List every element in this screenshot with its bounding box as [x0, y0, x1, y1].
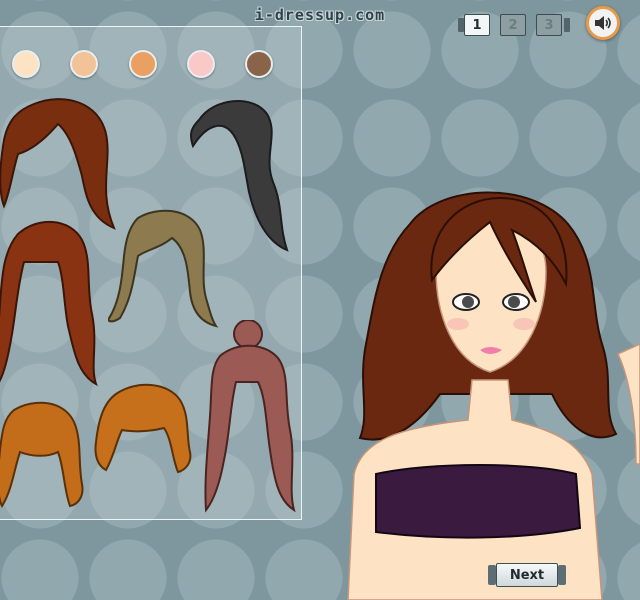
next-button-left-cap [488, 565, 496, 585]
model-character [347, 191, 640, 600]
hairstyle-option-4[interactable] [108, 206, 220, 330]
next-button-label: Next [496, 563, 558, 587]
skin-tone-swatch-5[interactable] [245, 50, 273, 78]
skin-tone-swatch-3[interactable] [129, 50, 157, 78]
page-button-3[interactable]: 3 [536, 14, 562, 36]
skin-tone-swatch-2[interactable] [70, 50, 98, 78]
speaker-icon [595, 16, 611, 30]
skin-tone-swatch-1[interactable] [12, 50, 40, 78]
sound-toggle-button[interactable] [586, 6, 620, 40]
next-button-right-cap [558, 565, 566, 585]
page-nav-right-cap [564, 18, 570, 32]
hairstyle-option-6[interactable] [0, 398, 86, 510]
next-button[interactable]: Next [488, 563, 566, 587]
page-button-1[interactable]: 1 [464, 14, 490, 36]
page-navigation: 1 2 3 [458, 12, 570, 38]
hairstyle-option-7[interactable] [92, 380, 194, 476]
hairstyle-option-5[interactable] [198, 320, 300, 516]
skin-tone-swatch-4[interactable] [187, 50, 215, 78]
hairstyle-option-3[interactable] [0, 214, 104, 390]
page-button-2[interactable]: 2 [500, 14, 526, 36]
